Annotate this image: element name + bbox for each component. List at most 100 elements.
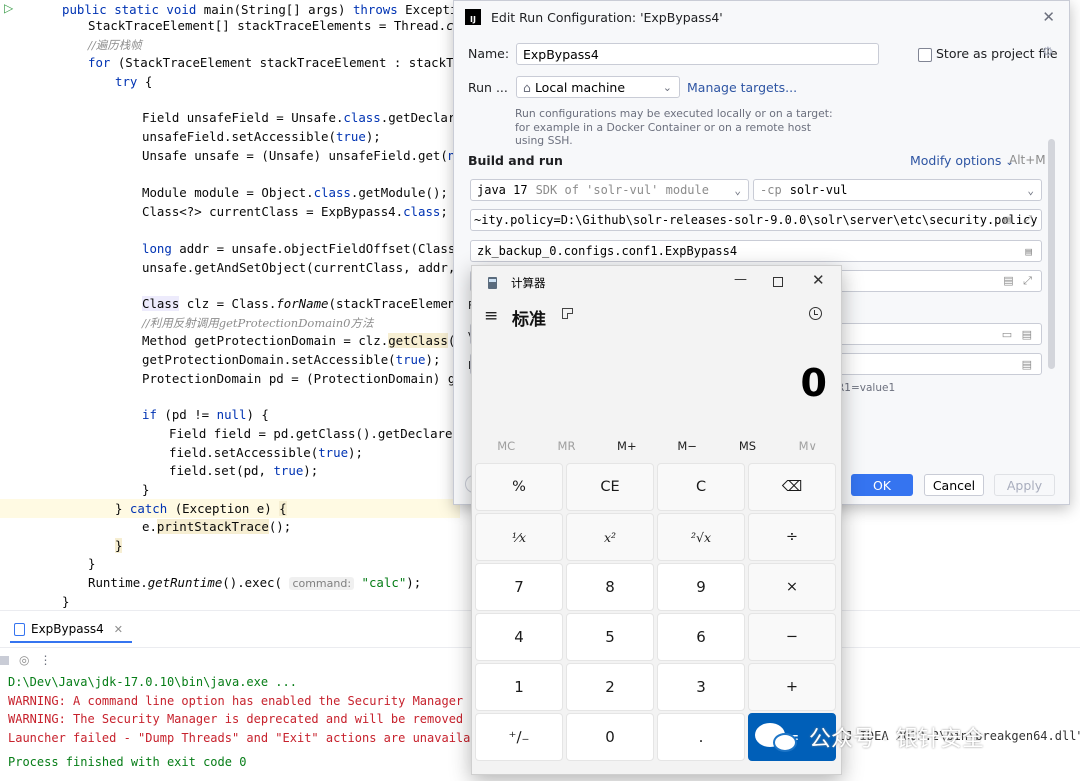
- code-line: Class clz = Class.forName(stackTraceElem…: [142, 296, 493, 311]
- digit-9-key[interactable]: 9: [657, 563, 745, 611]
- sqrt-key[interactable]: ²√x: [657, 513, 745, 561]
- code-line: //利用反射调用getProtectionDomain0方法: [142, 316, 374, 330]
- code-line: Module module = Object.class.getModule()…: [142, 185, 448, 200]
- reciprocal-key[interactable]: ¹⁄x: [475, 513, 563, 561]
- run-target-select[interactable]: ⌂ Local machine ⌄: [516, 76, 680, 98]
- store-as-project-file-label: Store as project file: [936, 46, 1058, 61]
- browse-icon[interactable]: ▤: [1025, 245, 1035, 258]
- code-line: }: [88, 556, 96, 571]
- ok-button[interactable]: OK: [851, 474, 913, 496]
- code-line: Unsafe unsafe = (Unsafe) unsafeField.get…: [142, 148, 485, 163]
- digit-6-key[interactable]: 6: [657, 613, 745, 661]
- cancel-button[interactable]: Cancel: [924, 474, 984, 496]
- digit-1-key[interactable]: 1: [475, 663, 563, 711]
- code-line: long addr = unsafe.objectFieldOffset(Cla…: [142, 241, 485, 256]
- backspace-key[interactable]: ⌫: [748, 463, 836, 511]
- memory-button[interactable]: M∨: [778, 436, 838, 456]
- memory-button[interactable]: MS: [717, 436, 777, 456]
- more-options-icon[interactable]: ⋮: [39, 653, 51, 667]
- plus-key[interactable]: +: [748, 663, 836, 711]
- memory-button[interactable]: M−: [657, 436, 717, 456]
- clear-key[interactable]: C: [657, 463, 745, 511]
- console-line: WARNING: The Security Manager is depreca…: [8, 712, 500, 726]
- code-line: try {: [115, 74, 153, 89]
- code-line: //遍历栈帧: [88, 38, 142, 52]
- maximize-icon[interactable]: [773, 277, 783, 287]
- chevron-down-icon: ⌄: [662, 80, 672, 94]
- code-line: }: [142, 482, 150, 497]
- vm-options-input[interactable]: ~ity.policy=D:\Github\solr-releases-solr…: [470, 209, 1042, 231]
- console-line: Launcher failed - "Dump Threads" and "Ex…: [8, 730, 507, 745]
- stop-icon[interactable]: [0, 655, 9, 665]
- modify-options-shortcut: Alt+M: [1009, 153, 1046, 167]
- dialog-titlebar[interactable]: IJ Edit Run Configuration: 'ExpBypass4' …: [454, 1, 1069, 33]
- apply-button[interactable]: Apply: [994, 474, 1055, 496]
- history-icon[interactable]: [809, 307, 822, 320]
- code-line: e.printStackTrace();: [142, 519, 292, 534]
- divide-key[interactable]: ÷: [748, 513, 836, 561]
- code-line: }: [115, 538, 123, 553]
- folder-icon[interactable]: ▭ ▤: [1002, 328, 1035, 341]
- dialog-scrollbar[interactable]: [1048, 139, 1055, 369]
- memory-button[interactable]: MR: [536, 436, 596, 456]
- minus-key[interactable]: −: [748, 613, 836, 661]
- jre-select[interactable]: java 17 SDK of 'solr-vul' module ⌄: [470, 179, 749, 201]
- close-icon[interactable]: ✕: [812, 271, 825, 289]
- watermark: 公众号 · 银针安全: [755, 714, 984, 760]
- memory-buttons-row: MC MR M+ M− MS M∨: [476, 436, 838, 456]
- code-line: Class<?> currentClass = ExpBypass4.class…: [142, 204, 448, 219]
- code-line: if (pd != null) {: [142, 407, 269, 422]
- calculator-mode-title: 标准: [512, 310, 546, 330]
- clear-entry-key[interactable]: CE: [566, 463, 654, 511]
- percent-key[interactable]: %: [475, 463, 563, 511]
- minimize-icon[interactable]: —: [734, 272, 747, 287]
- digit-2-key[interactable]: 2: [566, 663, 654, 711]
- memory-button[interactable]: MC: [476, 436, 536, 456]
- edit-env-icon[interactable]: ▤: [1022, 358, 1035, 371]
- calculator-titlebar[interactable]: 计算器 — ✕: [472, 266, 841, 298]
- console-line: Process finished with exit code 0: [8, 755, 247, 769]
- console-line: WARNING: A command line option has enabl…: [8, 693, 464, 708]
- digit-0-key[interactable]: 0: [566, 713, 654, 761]
- code-line: Method getProtectionDomain = clz.getClas…: [142, 333, 485, 348]
- run-tab[interactable]: ExpBypass4 ✕: [14, 618, 123, 640]
- manage-targets-link[interactable]: Manage targets...: [687, 80, 797, 95]
- digit-8-key[interactable]: 8: [566, 563, 654, 611]
- intellij-logo-icon: IJ: [465, 9, 481, 25]
- digit-5-key[interactable]: 5: [566, 613, 654, 661]
- code-line: for (StackTraceElement stackTraceElement…: [88, 55, 491, 70]
- main-class-input[interactable]: zk_backup_0.configs.conf1.ExpBypass4 ▤: [470, 240, 1042, 262]
- code-line: }: [62, 594, 70, 609]
- watermark-text: 公众号 · 银针安全: [809, 727, 984, 752]
- camera-icon[interactable]: ◎: [19, 653, 29, 667]
- digit-4-key[interactable]: 4: [475, 613, 563, 661]
- expand-icon[interactable]: ▤ ⤢: [1003, 274, 1035, 288]
- name-input[interactable]: ExpBypass4: [516, 43, 879, 65]
- classpath-module-select[interactable]: -cp solr-vul ⌄: [753, 179, 1042, 201]
- expand-icon[interactable]: ▤ ⤢: [1004, 213, 1035, 227]
- digit-7-key[interactable]: 7: [475, 563, 563, 611]
- square-key[interactable]: x²: [566, 513, 654, 561]
- code-line: Field field = pd.getClass().getDeclaredF…: [169, 426, 483, 441]
- close-icon[interactable]: ✕: [114, 623, 123, 636]
- store-as-project-file-checkbox[interactable]: [918, 48, 932, 62]
- keep-on-top-icon[interactable]: [562, 308, 573, 319]
- chevron-down-icon: ⌄: [1027, 183, 1034, 197]
- calculator-title: 计算器: [511, 276, 546, 290]
- close-icon[interactable]: ✕: [1042, 8, 1055, 26]
- decimal-key[interactable]: .: [657, 713, 745, 761]
- multiply-key[interactable]: ×: [748, 563, 836, 611]
- run-config-icon: [14, 622, 25, 636]
- modify-options-link[interactable]: Modify options ⌄: [910, 153, 1014, 168]
- negate-key[interactable]: ⁺∕₋: [475, 713, 563, 761]
- code-line: unsafeField.setAccessible(true);: [142, 129, 381, 144]
- run-gutter-icon[interactable]: ▷: [4, 1, 13, 15]
- memory-button[interactable]: M+: [597, 436, 657, 456]
- code-line: field.setAccessible(true);: [169, 445, 363, 460]
- console-output[interactable]: D:\Dev\Java\jdk-17.0.10\bin\java.exe ...…: [8, 673, 507, 772]
- digit-3-key[interactable]: 3: [657, 663, 745, 711]
- name-label: Name:: [468, 46, 510, 61]
- calculator-app-icon: [488, 277, 497, 289]
- gear-icon[interactable]: ⚙: [1042, 45, 1054, 60]
- hamburger-menu-icon[interactable]: ≡: [484, 306, 498, 326]
